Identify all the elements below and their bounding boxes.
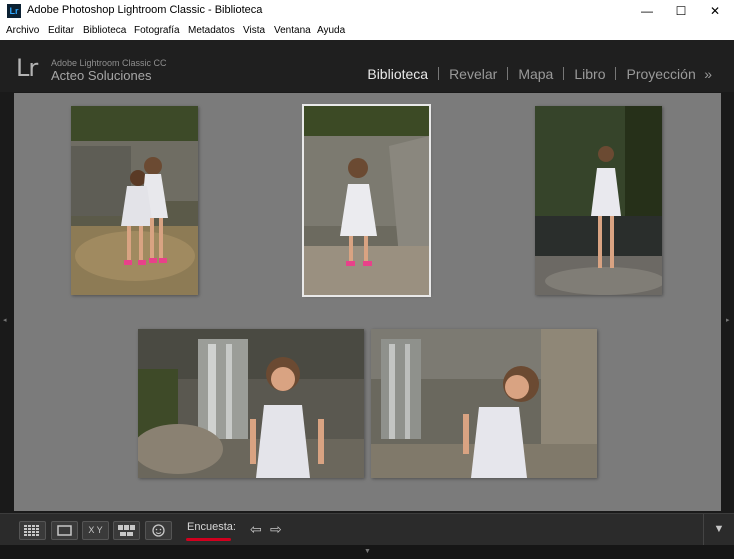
grid-view-icon	[24, 525, 39, 536]
module-picker: Biblioteca Revelar Mapa Libro Proyección »	[367, 66, 712, 82]
filmstrip-collapsed: ▼	[0, 545, 734, 559]
photo-girl-by-water	[535, 106, 662, 295]
grid-view-button[interactable]	[19, 521, 46, 540]
menu-fotografia[interactable]: Fotografía	[134, 25, 180, 36]
photo-thumbnail-selected[interactable]	[302, 104, 431, 297]
photo-thumbnail[interactable]	[71, 106, 198, 295]
minimize-button[interactable]: —	[630, 0, 664, 23]
arrow-left-icon[interactable]: ⇦	[250, 521, 262, 538]
chevron-down-icon[interactable]: ▼	[703, 514, 734, 546]
window-title: Adobe Photoshop Lightroom Classic - Bibl…	[27, 4, 263, 16]
menu-biblioteca[interactable]: Biblioteca	[83, 25, 126, 36]
module-libro[interactable]: Libro	[574, 66, 605, 82]
module-revelar[interactable]: Revelar	[449, 66, 497, 82]
survey-view-icon	[118, 525, 135, 536]
survey-view	[14, 93, 721, 511]
arrow-right-icon[interactable]: ⇨	[270, 521, 282, 538]
survey-view-button[interactable]	[113, 521, 140, 540]
module-mapa[interactable]: Mapa	[518, 66, 553, 82]
highlight-underline	[186, 538, 231, 541]
menu-bar: Archivo Editar Biblioteca Fotografía Met…	[0, 23, 734, 40]
lightroom-logo: Lr	[16, 54, 38, 82]
menu-ayuda[interactable]: Ayuda	[317, 25, 345, 36]
menu-editar[interactable]: Editar	[48, 25, 74, 36]
identity-name: Acteo Soluciones	[51, 68, 152, 83]
product-name: Adobe Lightroom Classic CC	[51, 58, 167, 68]
module-proyeccion[interactable]: Proyección	[626, 66, 695, 82]
more-modules-icon[interactable]: »	[704, 66, 712, 82]
bottom-panel-toggle-icon[interactable]: ▼	[364, 548, 371, 555]
module-separator	[615, 67, 617, 80]
module-separator	[507, 67, 509, 80]
photo-thumbnail[interactable]	[535, 106, 662, 295]
right-panel-toggle-icon[interactable]: ▸	[726, 316, 730, 324]
loupe-view-icon	[57, 525, 72, 536]
photo-two-girls	[71, 106, 198, 295]
photo-girl-waterfall	[138, 329, 364, 478]
module-separator	[438, 67, 440, 80]
module-biblioteca[interactable]: Biblioteca	[367, 66, 428, 82]
maximize-button[interactable]: ☐	[664, 0, 698, 23]
menu-vista[interactable]: Vista	[243, 25, 265, 36]
identity-plate: Lr Adobe Lightroom Classic CC Acteo Solu…	[0, 40, 734, 92]
menu-metadatos[interactable]: Metadatos	[188, 25, 235, 36]
loupe-view-button[interactable]	[51, 521, 78, 540]
window-titlebar: Lr Adobe Photoshop Lightroom Classic - B…	[0, 0, 734, 23]
people-view-button[interactable]	[145, 521, 172, 540]
menu-archivo[interactable]: Archivo	[6, 25, 39, 36]
photo-thumbnail[interactable]	[138, 329, 364, 478]
lightroom-app-icon: Lr	[7, 4, 21, 18]
photo-girl-standing	[304, 106, 429, 295]
people-face-icon	[152, 524, 165, 537]
photo-thumbnail[interactable]	[371, 329, 597, 478]
left-panel-toggle-icon[interactable]: ◂	[3, 316, 7, 324]
survey-label: Encuesta:	[187, 521, 236, 533]
compare-view-button[interactable]: X Y	[82, 521, 109, 540]
toolbar: X Y Encuesta: ⇦ ⇨ ▼	[0, 513, 734, 546]
close-button[interactable]: ✕	[698, 0, 732, 23]
module-separator	[563, 67, 565, 80]
menu-ventana[interactable]: Ventana	[274, 25, 311, 36]
photo-girl-posing	[371, 329, 597, 478]
